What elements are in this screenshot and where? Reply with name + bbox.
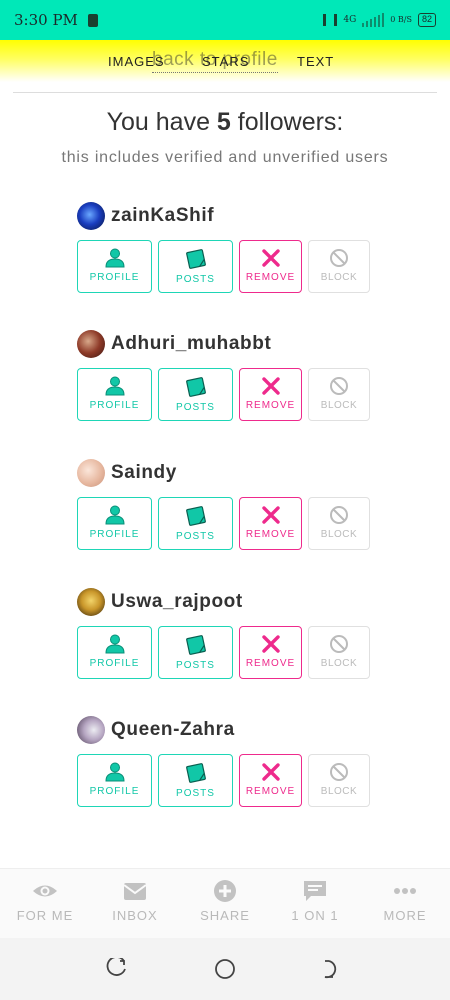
remove-button[interactable]: REMOVE [239, 497, 302, 550]
block-icon [330, 635, 348, 653]
close-icon [261, 763, 280, 781]
close-icon [261, 506, 280, 524]
status-bar: 3:30 PM 4G 0 B/S 82 [0, 0, 450, 40]
person-icon [104, 248, 125, 268]
bottom-nav: FOR ME INBOX SHARE 1 ON 1 MORE [0, 868, 450, 938]
sticky-note-icon [185, 635, 206, 655]
eye-icon [33, 885, 57, 897]
close-icon [261, 635, 280, 653]
avatar[interactable] [77, 588, 105, 616]
vibrate-icon [323, 14, 338, 26]
system-nav [0, 938, 450, 1000]
remove-button[interactable]: REMOVE [239, 754, 302, 807]
nav-share[interactable]: SHARE [180, 879, 270, 923]
avatar[interactable] [77, 330, 105, 358]
profile-button[interactable]: PROFILE [77, 368, 152, 421]
follower-username[interactable]: Adhuri_muhabbt [111, 333, 271, 355]
followers-count-heading: You have 5 followers: [106, 108, 344, 136]
home-icon[interactable] [214, 958, 236, 980]
follower-item: Adhuri_muhabbt PROFILE POSTS REMOVE BLOC… [77, 330, 377, 440]
network-type: 4G [343, 15, 357, 25]
posts-button[interactable]: POSTS [158, 626, 233, 679]
follower-username[interactable]: Saindy [111, 462, 177, 484]
person-icon [104, 376, 125, 396]
close-icon [261, 377, 280, 395]
profile-button[interactable]: PROFILE [77, 754, 152, 807]
block-icon [330, 249, 348, 267]
block-button[interactable]: BLOCK [308, 240, 370, 293]
sim-icon [87, 13, 98, 27]
block-button[interactable]: BLOCK [308, 368, 370, 421]
envelope-icon [123, 883, 147, 900]
follower-item: zainKaShif PROFILE POSTS REMOVE BLOCK [77, 202, 377, 312]
recents-icon[interactable] [105, 958, 127, 980]
posts-button[interactable]: POSTS [158, 754, 233, 807]
follower-username[interactable]: Queen-Zahra [111, 719, 235, 741]
sticky-note-icon [185, 506, 206, 526]
nav-inbox[interactable]: INBOX [90, 879, 180, 923]
person-icon [104, 762, 125, 782]
follower-username[interactable]: Uswa_rajpoot [111, 591, 243, 613]
block-icon [330, 506, 348, 524]
posts-button[interactable]: POSTS [158, 240, 233, 293]
back-to-profile-link[interactable]: back to profile [152, 49, 278, 73]
followers-subtitle: this includes verified and unverified us… [61, 149, 389, 166]
remove-button[interactable]: REMOVE [239, 368, 302, 421]
signal-icon [362, 13, 385, 27]
block-icon [330, 763, 348, 781]
person-icon [104, 505, 125, 525]
profile-button[interactable]: PROFILE [77, 497, 152, 550]
more-dots-icon [394, 888, 416, 894]
remove-button[interactable]: REMOVE [239, 626, 302, 679]
back-icon[interactable] [322, 958, 344, 980]
follower-item: Saindy PROFILE POSTS REMOVE BLOCK [77, 459, 377, 569]
profile-button[interactable]: PROFILE [77, 626, 152, 679]
top-tabs: IMAGES STARS TEXT back to profile [0, 40, 450, 82]
avatar[interactable] [77, 459, 105, 487]
posts-button[interactable]: POSTS [158, 368, 233, 421]
remove-button[interactable]: REMOVE [239, 240, 302, 293]
header-divider [13, 92, 437, 93]
sticky-note-icon [185, 249, 206, 269]
follower-item: Uswa_rajpoot PROFILE POSTS REMOVE BLOCK [77, 588, 377, 698]
network-speed: 0 B/S [390, 15, 412, 24]
followers-count: 5 [216, 108, 231, 136]
chat-icon [304, 881, 326, 901]
person-icon [104, 634, 125, 654]
avatar[interactable] [77, 202, 105, 230]
nav-for-me[interactable]: FOR ME [0, 879, 90, 923]
avatar[interactable] [77, 716, 105, 744]
block-button[interactable]: BLOCK [308, 754, 370, 807]
plus-circle-icon [214, 880, 236, 902]
tab-text[interactable]: TEXT [297, 54, 334, 69]
block-icon [330, 377, 348, 395]
profile-button[interactable]: PROFILE [77, 240, 152, 293]
block-button[interactable]: BLOCK [308, 497, 370, 550]
status-time: 3:30 PM [14, 11, 78, 29]
follower-username[interactable]: zainKaShif [111, 205, 214, 227]
sticky-note-icon [185, 377, 206, 397]
nav-one-on-one[interactable]: 1 ON 1 [270, 879, 360, 923]
block-button[interactable]: BLOCK [308, 626, 370, 679]
nav-more[interactable]: MORE [360, 879, 450, 923]
close-icon [261, 249, 280, 267]
follower-item: Queen-Zahra PROFILE POSTS REMOVE BLOCK [77, 716, 377, 826]
sticky-note-icon [185, 763, 206, 783]
battery-level: 82 [417, 13, 436, 27]
posts-button[interactable]: POSTS [158, 497, 233, 550]
